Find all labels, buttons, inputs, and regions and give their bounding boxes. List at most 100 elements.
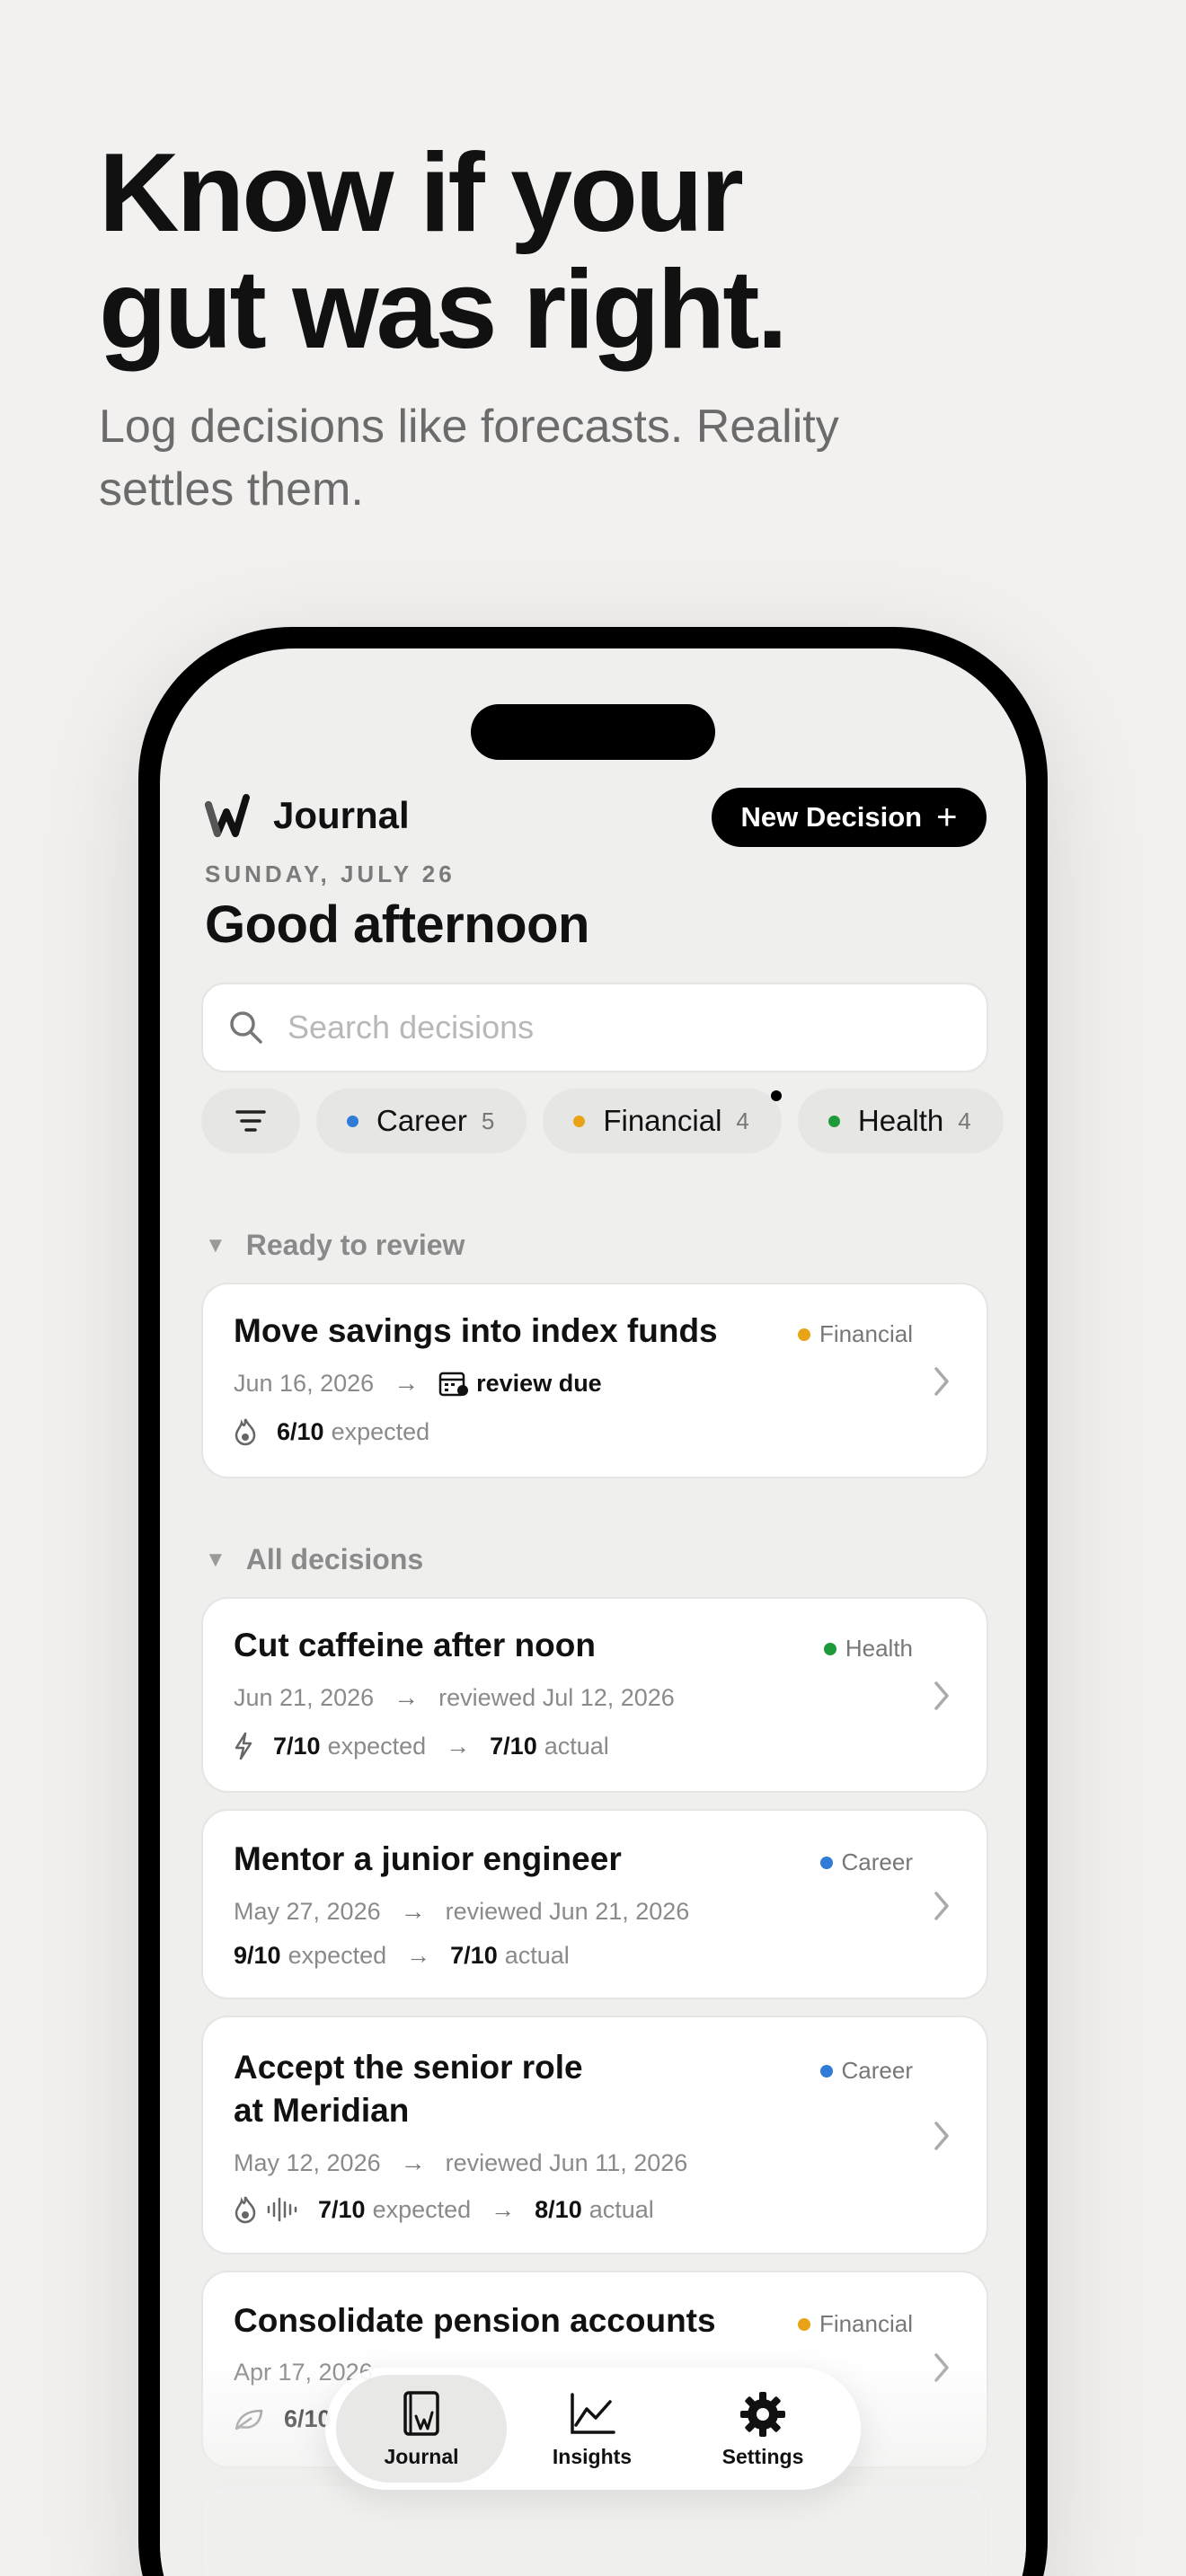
expected-score: 9/10 xyxy=(234,1942,281,1969)
hero-title: Know if your gut was right. xyxy=(99,131,788,372)
tab-insights[interactable]: Insights xyxy=(507,2375,677,2483)
tab-journal[interactable]: Journal xyxy=(336,2375,507,2483)
search-input[interactable] xyxy=(288,1009,916,1046)
actual-label: actual xyxy=(589,2195,654,2223)
arrow-right-icon: → xyxy=(394,1369,420,1397)
actual-label: actual xyxy=(504,1942,570,1969)
card-dates: Jun 21, 2026 → reviewed Jul 12, 2026 xyxy=(234,1683,675,1712)
search-bar[interactable] xyxy=(201,983,988,1072)
lightning-icon xyxy=(234,1732,253,1760)
arrow-right-icon: → xyxy=(400,1897,426,1925)
page-title: Journal xyxy=(273,794,410,836)
card-title: Cut caffeine after noon xyxy=(234,1627,596,1663)
tag-label: Financial xyxy=(819,1320,913,1347)
tab-label: Journal xyxy=(384,2444,459,2468)
collapse-triangle-icon: ▼ xyxy=(205,1232,226,1257)
decision-card[interactable]: Accept the senior role at Meridian Caree… xyxy=(201,2016,988,2254)
expected-label: expected xyxy=(372,2195,472,2223)
search-icon xyxy=(230,1011,262,1044)
filter-button[interactable] xyxy=(201,1089,300,1153)
hero-title-line-2: gut was right. xyxy=(99,248,788,372)
review-status: review due xyxy=(476,1369,602,1397)
tag-label: Career xyxy=(841,2057,913,2084)
decision-card[interactable]: Mentor a junior engineer Career May 27, … xyxy=(201,1809,988,1999)
arrow-right-icon: → xyxy=(406,1942,431,1969)
chevron-right-icon xyxy=(934,2353,949,2382)
gear-icon xyxy=(740,2391,785,2437)
category-tag: Financial xyxy=(797,1320,913,1348)
chip-label: Financial xyxy=(603,1104,722,1137)
chevron-right-icon xyxy=(934,1892,949,1920)
health-dot xyxy=(828,1115,840,1127)
card-scores: 7/10 expected → 8/10 actual xyxy=(234,2195,654,2224)
section-all-decisions[interactable]: ▼ All decisions xyxy=(205,1543,423,1576)
card-dates: May 27, 2026 → reviewed Jun 21, 2026 xyxy=(234,1897,689,1926)
new-decision-label: New Decision xyxy=(740,801,923,833)
leaf-icon xyxy=(234,2407,264,2432)
decision-card[interactable] xyxy=(201,2484,988,2576)
decision-card[interactable]: Cut caffeine after noon Health Jun 21, 2… xyxy=(201,1597,988,1793)
tab-label: Insights xyxy=(552,2444,633,2468)
chip-financial[interactable]: Financial 4 xyxy=(543,1089,782,1153)
chevron-right-icon xyxy=(934,1367,949,1396)
chip-career[interactable]: Career 5 xyxy=(316,1089,527,1153)
card-dates: Jun 16, 2026 → review due xyxy=(234,1369,602,1398)
decision-card[interactable]: Move savings into index funds Financial … xyxy=(201,1283,988,1478)
chip-count: 5 xyxy=(481,1107,495,1134)
financial-dot xyxy=(573,1115,586,1127)
app-logo-icon xyxy=(205,794,250,837)
expected-score: 7/10 xyxy=(273,1732,321,1760)
arrow-right-icon: → xyxy=(491,2195,516,2223)
chip-label: Career xyxy=(376,1104,467,1137)
filter-lines-icon xyxy=(235,1110,266,1132)
arrow-right-icon: → xyxy=(400,2148,426,2176)
tag-label: Career xyxy=(841,1848,913,1875)
filter-chips: Career 5 Financial 4 Health 4 xyxy=(201,1089,1004,1153)
category-tag: Health xyxy=(823,1635,913,1663)
hero-subtitle: Log decisions like forecasts. Reality se… xyxy=(99,401,839,516)
chip-label: Health xyxy=(857,1104,944,1137)
tag-label: Financial xyxy=(819,2310,913,2337)
arrow-right-icon: → xyxy=(394,1683,420,1711)
section-ready-to-review[interactable]: ▼ Ready to review xyxy=(205,1229,465,1262)
card-title-line-2: at Meridian xyxy=(234,2092,410,2129)
greeting: Good afternoon xyxy=(205,895,589,954)
category-tag: Career xyxy=(819,2057,913,2085)
new-decision-button[interactable]: New Decision + xyxy=(712,788,987,847)
career-dot xyxy=(819,1856,833,1869)
actual-label: actual xyxy=(544,1732,609,1760)
tab-settings[interactable]: Settings xyxy=(677,2375,848,2483)
chip-health[interactable]: Health 4 xyxy=(797,1089,1004,1153)
journal-book-icon xyxy=(403,2390,439,2436)
chip-count: 4 xyxy=(736,1107,749,1134)
card-dates: May 12, 2026 → reviewed Jun 11, 2026 xyxy=(234,2148,687,2177)
card-scores: 6/10 expected xyxy=(234,1417,429,1446)
app-header: Journal xyxy=(205,792,410,839)
expected-label: expected xyxy=(327,1732,427,1760)
chip-count: 4 xyxy=(958,1107,971,1134)
decision-date: May 27, 2026 xyxy=(234,1897,381,1925)
career-dot xyxy=(819,2064,833,2078)
financial-dot xyxy=(797,2317,810,2331)
category-tag: Career xyxy=(819,1848,913,1876)
actual-score: 7/10 xyxy=(450,1942,498,1969)
reviewed-date: reviewed Jun 11, 2026 xyxy=(445,2148,688,2176)
expected-score: 6/10 xyxy=(284,2405,332,2432)
card-scores: 9/10 expected → 7/10 actual xyxy=(234,1942,570,1970)
hero-title-line-1: Know if your xyxy=(99,131,744,255)
financial-dot xyxy=(797,1328,810,1341)
actual-score: 8/10 xyxy=(535,2195,582,2223)
flame-icon xyxy=(234,1417,257,1446)
line-chart-icon xyxy=(571,2392,615,2434)
chevron-right-icon xyxy=(934,1681,949,1710)
card-title: Accept the senior role at Meridian xyxy=(234,2046,583,2132)
section-label: All decisions xyxy=(245,1543,424,1575)
card-title: Mentor a junior engineer xyxy=(234,1840,622,1877)
collapse-triangle-icon: ▼ xyxy=(205,1547,226,1572)
arrow-right-icon: → xyxy=(446,1732,471,1760)
card-title: Move savings into index funds xyxy=(234,1312,718,1349)
reviewed-date: reviewed Jul 12, 2026 xyxy=(438,1683,675,1711)
decision-date: Jun 21, 2026 xyxy=(234,1683,375,1711)
notification-dot xyxy=(771,1090,782,1101)
phone-frame: Journal New Decision + SUNDAY, JULY 26 G… xyxy=(138,627,1048,2576)
